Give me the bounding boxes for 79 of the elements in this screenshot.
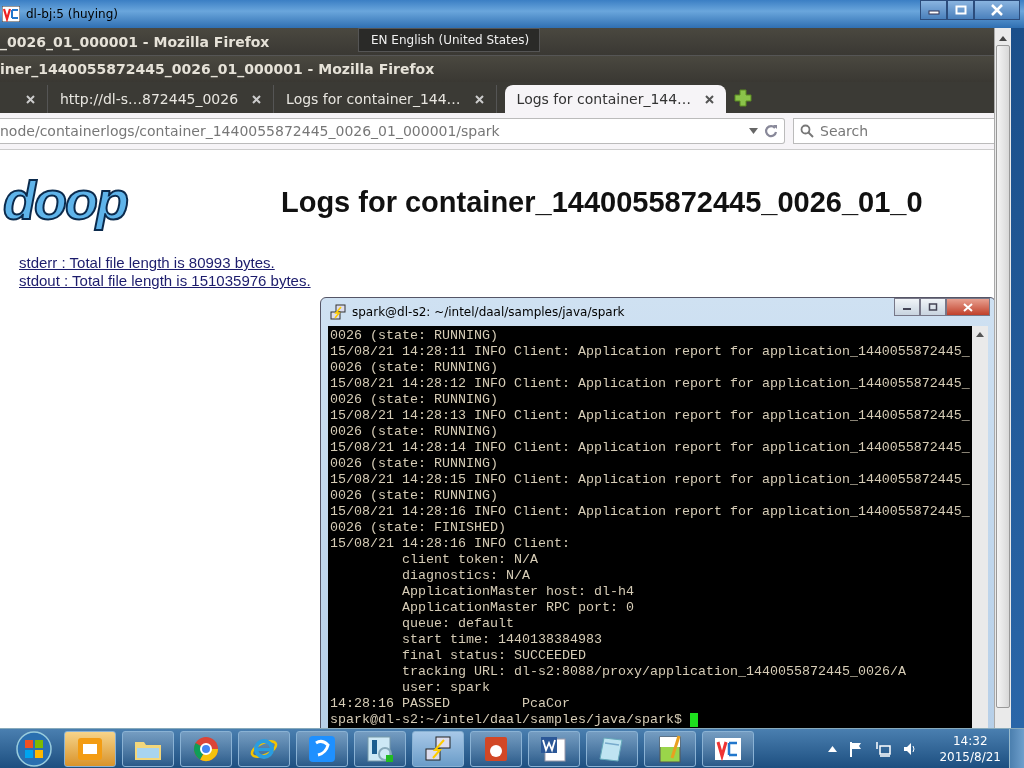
terminal-line: 15/08/21 14:28:15 INFO Client: Application report for application_1440055872445_ <box>330 472 971 488</box>
window-title: iner_1440055872445_0026_01_000001 - Mozilla Firefox <box>0 56 994 82</box>
taskbar-button[interactable] <box>412 730 464 767</box>
scrollbar-thumb[interactable] <box>996 45 1010 708</box>
close-icon[interactable] <box>705 94 715 104</box>
terminal-line: 0026 (state: RUNNING) <box>330 328 499 344</box>
taskbar-button[interactable] <box>238 730 290 767</box>
terminal-line: ApplicationMaster host: dl-h4 <box>401 584 635 600</box>
app-logo-icon <box>2 6 20 22</box>
terminal-line: 15/08/21 14:28:16 INFO Client: <box>330 536 571 552</box>
terminal-line: queue: default <box>401 616 515 632</box>
terminal-line: final status: SUCCEEDED <box>401 648 587 664</box>
flag-icon[interactable] <box>849 740 864 757</box>
taskbar-button[interactable] <box>586 730 638 767</box>
close-button[interactable] <box>974 0 1020 20</box>
terminal-line: 15/08/21 14:28:12 INFO Client: Application report for application_1440055872445_ <box>330 376 971 392</box>
terminal-line: 14:28:16 PASSED PcaCor <box>330 696 571 712</box>
terminal-line: diagnostics: N/A <box>401 568 531 584</box>
search-icon <box>800 124 814 138</box>
scrollbar[interactable] <box>994 28 1011 728</box>
network-icon[interactable] <box>875 740 892 757</box>
terminal-line: 0026 (state: RUNNING) <box>330 392 499 408</box>
close-icon <box>963 302 973 312</box>
show-hidden-icons-icon[interactable] <box>828 745 838 752</box>
app-icon[interactable] <box>306 733 338 764</box>
sync-icon[interactable] <box>364 733 396 764</box>
clock[interactable]: 14:32 2015/8/21 <box>939 732 1001 765</box>
taskbar-button[interactable] <box>470 730 522 767</box>
terminal-line: start time: 1440138384983 <box>401 632 603 648</box>
terminal-prompt: spark@dl-s2:~/intel/daal/samples/java/spark$ <box>330 712 682 728</box>
reload-icon[interactable] <box>764 124 778 138</box>
taskbar-button[interactable] <box>528 730 580 767</box>
page-heading: Logs for container_1440055872445_0026_01_0 <box>280 185 923 219</box>
maximize-button[interactable] <box>947 0 974 20</box>
start-button[interactable] <box>14 729 54 768</box>
minimize-button[interactable] <box>920 0 947 20</box>
log-link[interactable]: stdout : Total file length is 151035976 bytes. <box>19 272 311 290</box>
terminal-line: 0026 (state: RUNNING) <box>330 456 499 472</box>
taskbar-button[interactable] <box>354 730 406 767</box>
terminal-line: 15/08/21 14:28:16 INFO Client: Application report for application_1440055872445_ <box>330 504 971 520</box>
terminal-line: 15/08/21 14:28:14 INFO Client: Application report for application_1440055872445_ <box>330 440 971 456</box>
terminal-line: 15/08/21 14:28:13 INFO Client: Application report for application_1440055872445_ <box>330 408 971 424</box>
taskbar-button[interactable] <box>644 730 696 767</box>
terminal-line: user: spark <box>401 680 491 696</box>
minimize-button[interactable] <box>894 298 920 316</box>
address-field[interactable]: node/containerlogs/container_1440055872445_0026_01_000001/spark <box>0 118 785 144</box>
maximize-button[interactable] <box>920 298 946 316</box>
new-tab-icon[interactable] <box>734 89 753 107</box>
maximize-icon <box>928 303 938 311</box>
cursor-icon <box>689 713 698 727</box>
window-title: spark@dl-s2: ~/intel/daal/samples/java/spark <box>352 305 625 319</box>
maximize-icon <box>954 5 967 15</box>
scroll-up-icon[interactable] <box>976 332 984 337</box>
dropdown-icon[interactable] <box>749 128 758 134</box>
taskbar-button[interactable] <box>64 730 116 767</box>
terminal-line: 0026 (state: RUNNING) <box>330 424 499 440</box>
terminal-line: 15/08/21 14:28:11 INFO Client: Application report for application_1440055872445_ <box>330 344 971 360</box>
scroll-up-icon[interactable] <box>999 36 1007 41</box>
window-title: dl-bj:5 (huying) <box>26 7 118 21</box>
terminal-line: tracking URL: dl-s2:8088/proxy/application_1440055872445_0026/A <box>401 664 907 680</box>
language-bar[interactable]: EN English (United States) <box>358 28 540 52</box>
terminal-line: ApplicationMaster RPC port: 0 <box>401 600 635 616</box>
log-link[interactable]: stderr : Total file length is 80993 bytes. <box>19 254 275 272</box>
close-button[interactable] <box>946 298 990 316</box>
taskbar-button[interactable] <box>122 730 174 767</box>
scrollbar[interactable] <box>972 326 988 728</box>
browser-tab[interactable]: Logs for container_144… <box>504 85 727 113</box>
taskbar-button[interactable] <box>180 730 232 767</box>
logo: doop <box>3 173 129 231</box>
taskbar-button[interactable] <box>296 730 348 767</box>
taskbar-button[interactable] <box>702 730 754 767</box>
close-icon <box>990 4 1004 16</box>
terminal-line: 0026 (state: FINISHED) <box>330 520 507 536</box>
terminal-app-icon <box>330 304 346 320</box>
terminal-app-icon[interactable] <box>422 733 454 764</box>
terminal-line: client token: N/A <box>401 552 539 568</box>
terminal-line: 0026 (state: RUNNING) <box>330 488 499 504</box>
search-field[interactable]: Search <box>793 118 994 144</box>
terminal-line: 0026 (state: RUNNING) <box>330 360 499 376</box>
